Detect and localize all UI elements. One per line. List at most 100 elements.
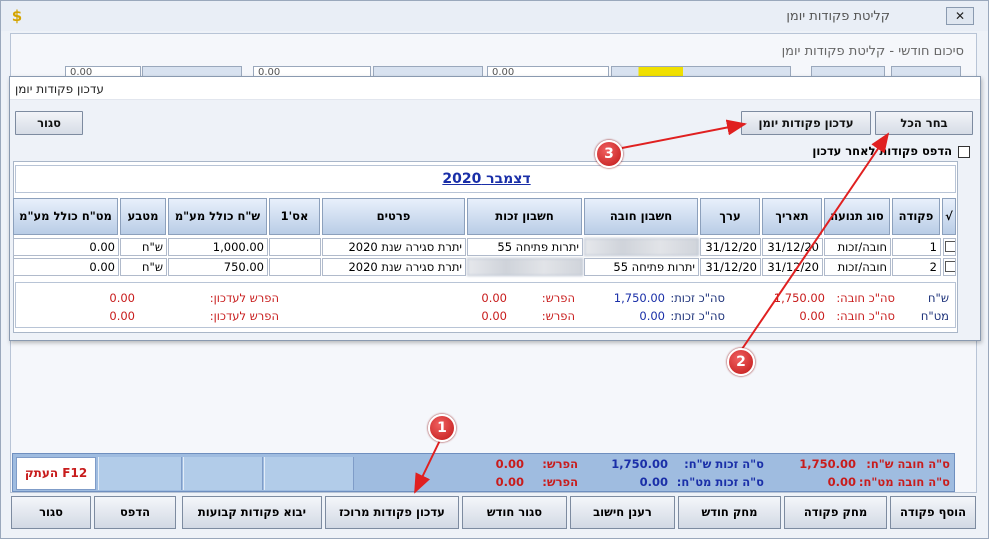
total-diff-fx: 0.00: [495, 475, 524, 489]
summary-credit-label: סה"כ זכות:: [670, 291, 725, 305]
update-journal-dialog: עדכון פקודות יומן סגור עדכון פקודות יומן…: [9, 76, 981, 341]
total-credit-ils: 1,750.00: [611, 457, 668, 471]
cell-entry: 1: [892, 238, 941, 256]
summary-ils-label: ש"ח: [928, 291, 949, 305]
select-all-button[interactable]: בחר הכל: [875, 111, 973, 135]
total-diff-label: הפרש:: [542, 457, 578, 471]
summary-diff-update-label: הפרש לעדכון:: [209, 291, 279, 305]
row-checkbox[interactable]: [943, 258, 956, 276]
total-diff-ils: 0.00: [495, 457, 524, 471]
totals-bar: העתק F12 ס"ה חובה ש"ח: 1,750.00 ס"ה זכות…: [12, 453, 955, 492]
cell-date: 31/12/20: [762, 258, 823, 276]
col-credit-account[interactable]: חשבון זכות: [467, 198, 582, 235]
dialog-summary: ש"ח מט"ח סה"כ חובה: 1,750.00 סה"כ חובה: …: [15, 282, 956, 328]
totals-empty-box: [98, 457, 182, 490]
col-details[interactable]: פרטים: [322, 198, 465, 235]
summary-debit-label: סה"כ חובה:: [836, 291, 895, 305]
summary-credit-label-fx: סה"כ זכות:: [670, 309, 725, 323]
total-credit-fx: 0.00: [639, 475, 668, 489]
print-after-update-label: הדפס פקודות לאחר עדכון: [812, 144, 952, 158]
summary-fx-diff: 0.00: [481, 309, 507, 323]
update-journal-button[interactable]: עדכון פקודות יומן: [741, 111, 871, 135]
dialog-title: עדכון פקודות יומן: [15, 82, 104, 96]
summary-diff-label: הפרש:: [541, 291, 575, 305]
print-after-update-option[interactable]: הדפס פקודות לאחר עדכון: [812, 144, 970, 158]
cell-details: יתרת סגירה שנת 2020: [322, 238, 466, 256]
title-bar: $ קליטת פקודות יומן ✕: [1, 1, 988, 31]
journal-grid: דצמבר 2020 √ פקודה סוג תנועה תאריך ערך ח…: [13, 161, 958, 333]
close-month-button[interactable]: סגור חודש: [462, 496, 567, 529]
cell-move-type: חובה/זכות: [824, 258, 891, 276]
summary-fx-credit: 0.00: [639, 309, 665, 323]
col-fx-incl-vat[interactable]: מט"ח כולל מע"מ: [13, 198, 118, 235]
dialog-title-bar: עדכון פקודות יומן: [10, 77, 980, 100]
summary-diff-label-fx: הפרש:: [541, 309, 575, 323]
cell-debit-account: [584, 238, 699, 256]
panel-title: סיכום חודשי - קליטת פקודות יומן: [781, 44, 964, 59]
cell-as1: [269, 238, 321, 256]
print-button[interactable]: הדפס: [94, 496, 176, 529]
col-ils-incl-vat[interactable]: ש"ח כולל מע"מ: [168, 198, 267, 235]
col-debit-account[interactable]: חשבון חובה: [584, 198, 698, 235]
summary-fx-diff-update: 0.00: [109, 309, 135, 323]
summary-ils-diff-update: 0.00: [109, 291, 135, 305]
cell-value-date: 31/12/20: [700, 238, 761, 256]
copy-f12-button[interactable]: העתק F12: [16, 457, 96, 490]
summary-debit-label-fx: סה"כ חובה:: [836, 309, 895, 323]
cell-ils: 750.00: [168, 258, 268, 276]
summary-ils-diff: 0.00: [481, 291, 507, 305]
col-check[interactable]: √: [942, 198, 956, 235]
app-dollar-icon: $: [11, 7, 23, 25]
total-diff-label-fx: הפרש:: [542, 475, 578, 489]
cell-value-date: 31/12/20: [700, 258, 761, 276]
totals-empty-box: [264, 457, 354, 490]
dialog-close-button[interactable]: סגור: [15, 111, 83, 135]
cell-fx: 0.00: [13, 238, 119, 256]
total-credit-ils-label: ס"ה זכות ש"ח:: [684, 457, 764, 471]
main-window: $ קליטת פקודות יומן ✕ סיכום חודשי - קליט…: [0, 0, 989, 539]
row-checkbox[interactable]: [943, 238, 956, 256]
marker-3: 3: [595, 140, 623, 168]
print-after-update-checkbox[interactable]: [958, 145, 970, 158]
summary-diff-update-label-fx: הפרש לעדכון:: [209, 309, 279, 323]
summary-ils-debit: 1,750.00: [773, 291, 825, 305]
col-value-date[interactable]: ערך: [700, 198, 760, 235]
import-fixed-button[interactable]: יבוא פקודות קבועות: [182, 496, 322, 529]
summary-fx-label: מט"ח: [920, 309, 949, 323]
cell-date: 31/12/20: [762, 238, 823, 256]
update-central-button[interactable]: עדכון פקודות מרוכז: [325, 496, 459, 529]
cell-debit-account: יתרות פתיחה 55: [584, 258, 699, 276]
cell-credit-account: [467, 258, 583, 276]
total-credit-fx-label: ס"ה זכות מט"ח:: [676, 475, 764, 489]
cell-as1: [269, 258, 321, 276]
bottom-button-bar: סגור הדפס יבוא פקודות קבועות עדכון פקודו…: [11, 496, 977, 530]
month-link[interactable]: דצמבר 2020: [16, 171, 957, 187]
marker-2: 2: [727, 348, 755, 376]
cell-currency: ש"ח: [120, 238, 167, 256]
summary-fx-debit: 0.00: [799, 309, 825, 323]
close-button[interactable]: סגור: [11, 496, 91, 529]
totals-empty-box: [183, 457, 263, 490]
dialog-body: סגור עדכון פקודות יומן בחר הכל הדפס פקוד…: [10, 100, 980, 340]
delete-month-button[interactable]: מחק חודש: [678, 496, 781, 529]
total-debit-fx: 0.00: [827, 475, 856, 489]
cell-ils: 1,000.00: [168, 238, 268, 256]
cell-fx: 0.00: [13, 258, 119, 276]
summary-ils-credit: 1,750.00: [613, 291, 665, 305]
delete-entry-button[interactable]: מחק פקודה: [784, 496, 887, 529]
marker-1: 1: [428, 414, 456, 442]
col-date[interactable]: תאריך: [762, 198, 822, 235]
col-as1[interactable]: אס'1: [269, 198, 320, 235]
col-entry[interactable]: פקודה: [892, 198, 940, 235]
total-debit-ils-label: ס"ה חובה ש"ח:: [866, 457, 950, 471]
col-move-type[interactable]: סוג תנועה: [824, 198, 890, 235]
cell-details: יתרת סגירה שנת 2020: [322, 258, 466, 276]
window-close-button[interactable]: ✕: [946, 7, 974, 25]
col-currency[interactable]: מטבע: [120, 198, 166, 235]
cell-credit-account: יתרות פתיחה 55: [467, 238, 583, 256]
month-header: דצמבר 2020: [15, 165, 956, 193]
total-debit-ils: 1,750.00: [799, 457, 856, 471]
refresh-calc-button[interactable]: רענן חישוב: [570, 496, 675, 529]
add-entry-button[interactable]: הוסף פקודה: [890, 496, 976, 529]
cell-currency: ש"ח: [120, 258, 167, 276]
